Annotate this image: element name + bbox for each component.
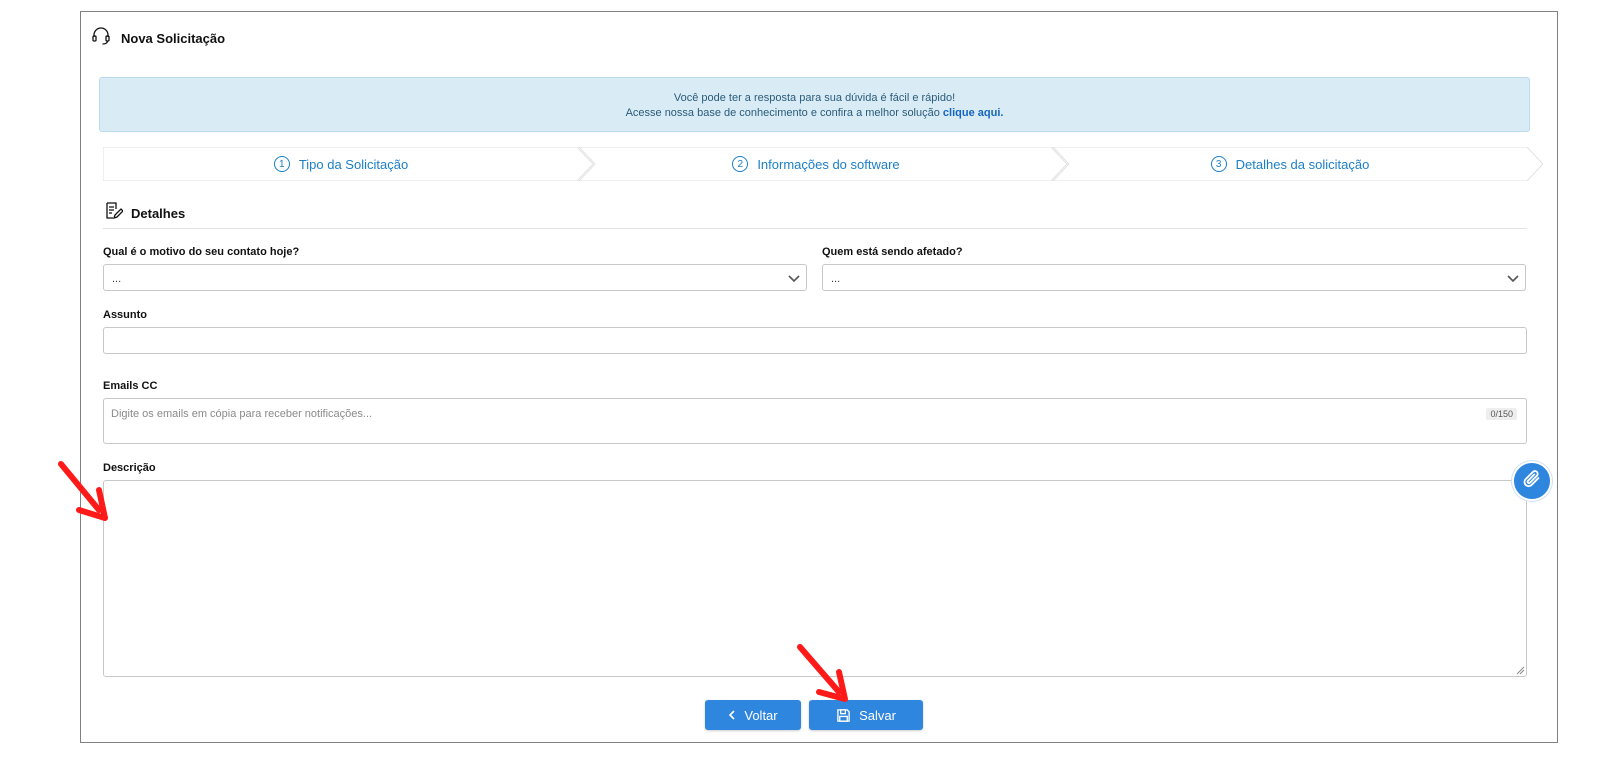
afetado-value: ... bbox=[831, 273, 841, 285]
back-button[interactable]: Voltar bbox=[705, 700, 801, 730]
banner-line-2-text: Acesse nossa base de conhecimento e conf… bbox=[625, 107, 940, 119]
step-label: Detalhes da solicitação bbox=[1235, 156, 1370, 172]
chevron-down-icon bbox=[1507, 272, 1519, 287]
section-title: Detalhes bbox=[131, 205, 186, 221]
banner-line-2: Acesse nossa base de conhecimento e conf… bbox=[100, 106, 1529, 121]
banner-line-1: Você pode ter a resposta para sua dúvida… bbox=[673, 92, 956, 104]
paperclip-icon bbox=[1521, 468, 1543, 495]
knowledge-base-banner: Você pode ter a resposta para sua dúvida… bbox=[99, 77, 1530, 132]
emails-placeholder: Digite os emails em cópia para receber n… bbox=[111, 408, 373, 420]
step-detalhes[interactable]: 3 Detalhes da solicitação bbox=[1053, 147, 1527, 181]
step-label: Informações do software bbox=[757, 156, 900, 172]
floppy-disk-icon bbox=[836, 708, 851, 723]
resize-handle-icon[interactable] bbox=[1515, 665, 1525, 675]
step-software[interactable]: 2 Informações do software bbox=[579, 147, 1053, 181]
emails-char-counter: 0/150 bbox=[1486, 408, 1517, 420]
annotation-arrow-description bbox=[58, 461, 108, 521]
edit-document-icon bbox=[103, 201, 124, 226]
chevron-down-icon bbox=[788, 272, 800, 287]
emails-label: Emails CC bbox=[103, 380, 158, 392]
page-title: Nova Solicitação bbox=[121, 31, 226, 46]
stepper: 1 Tipo da Solicitação 2 Informações do s… bbox=[103, 147, 1543, 181]
chevron-left-icon bbox=[728, 710, 736, 720]
step-label: Tipo da Solicitação bbox=[298, 156, 409, 172]
details-section-header: Detalhes bbox=[103, 198, 1527, 229]
motivo-value: ... bbox=[112, 273, 122, 285]
step-number: 2 bbox=[732, 156, 749, 172]
headset-icon bbox=[91, 26, 111, 51]
attach-button[interactable] bbox=[1512, 461, 1552, 501]
panel-header: Nova Solicitação bbox=[91, 26, 225, 51]
back-button-label: Voltar bbox=[744, 707, 778, 723]
step-number: 1 bbox=[273, 156, 290, 172]
motivo-label: Qual é o motivo do seu contato hoje? bbox=[103, 246, 300, 258]
afetado-label: Quem está sendo afetado? bbox=[822, 246, 963, 258]
assunto-label: Assunto bbox=[103, 309, 147, 321]
step-number: 3 bbox=[1210, 156, 1227, 172]
afetado-select[interactable]: ... bbox=[822, 264, 1526, 291]
annotation-arrow-save bbox=[797, 644, 848, 702]
knowledge-base-link[interactable]: clique aqui. bbox=[943, 107, 1004, 119]
step-tipo[interactable]: 1 Tipo da Solicitação bbox=[103, 147, 579, 181]
save-button-label: Salvar bbox=[859, 707, 896, 723]
request-panel: Nova Solicitação Você pode ter a respost… bbox=[80, 11, 1558, 743]
emails-cc-input[interactable]: Digite os emails em cópia para receber n… bbox=[103, 398, 1527, 444]
assunto-input[interactable] bbox=[103, 327, 1527, 354]
motivo-select[interactable]: ... bbox=[103, 264, 807, 291]
